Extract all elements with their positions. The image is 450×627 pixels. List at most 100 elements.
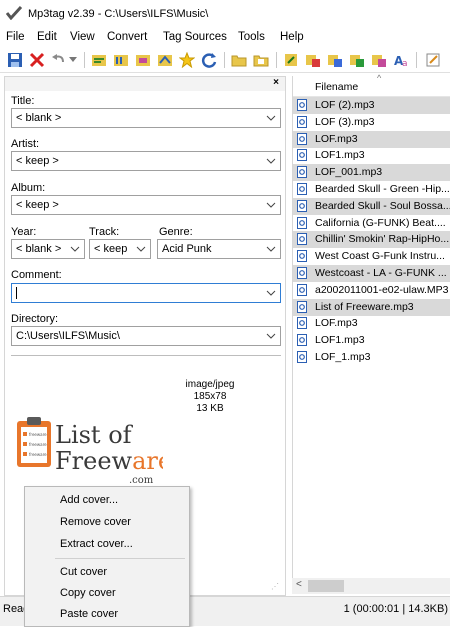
case-conversion-icon[interactable]: Aa [392, 51, 410, 69]
menu-add-cover[interactable]: Add cover... [25, 490, 189, 510]
mp3tag-app-icon [6, 6, 22, 20]
artist-field[interactable]: < keep > [11, 151, 281, 171]
file-name: LOF1.mp3 [315, 334, 365, 347]
file-name: Westcoast - LA - G-FUNK ... [315, 267, 447, 279]
album-field-value: < keep > [16, 199, 59, 211]
menu-remove-cover[interactable]: Remove cover [25, 512, 189, 532]
undo-icon[interactable] [50, 51, 68, 69]
remove-tag-icon[interactable] [28, 51, 46, 69]
album-field[interactable]: < keep > [11, 195, 281, 215]
menu-cut-cover[interactable]: Cut cover [25, 562, 189, 582]
scroll-left-icon[interactable]: < [296, 579, 302, 590]
chevron-down-icon[interactable] [266, 112, 276, 124]
track-field[interactable]: < keep [89, 239, 151, 259]
track-field-value: < keep [94, 243, 128, 255]
file-row[interactable]: Bearded Skull - Soul Bossa... [293, 197, 450, 215]
menu-separator [55, 558, 185, 559]
title-field[interactable]: < blank > [11, 108, 281, 128]
chevron-down-icon[interactable] [266, 155, 276, 167]
file-row[interactable]: LOF (2).mp3 [293, 97, 450, 114]
track-label: Track: [89, 226, 120, 238]
chevron-down-icon[interactable] [136, 243, 146, 255]
menu-view[interactable]: View [70, 31, 95, 43]
resize-grip-icon[interactable]: ⋰ [271, 582, 279, 591]
logo-line-2b: are [132, 447, 163, 475]
menu-edit[interactable]: Edit [37, 31, 57, 43]
logo-line-1: List of [55, 421, 134, 449]
comment-field[interactable] [11, 283, 281, 303]
tag-source-4-icon[interactable] [370, 51, 388, 69]
chevron-down-icon[interactable] [266, 287, 276, 299]
menu-tools[interactable]: Tools [238, 31, 265, 43]
open-folder-icon[interactable] [230, 51, 248, 69]
tag-source-1-icon[interactable] [304, 51, 322, 69]
file-row[interactable]: California (G-FUNK) Beat.... [293, 215, 450, 232]
filename-text-icon[interactable] [156, 51, 174, 69]
genre-field-value: Acid Punk [162, 243, 212, 255]
menu-add-cover-label: Add cover... [60, 494, 119, 506]
filename-tag-icon[interactable] [112, 51, 130, 69]
menu-paste-cover[interactable]: Paste cover [25, 604, 189, 624]
mp3-file-icon [297, 99, 307, 111]
file-row[interactable]: Bearded Skull - Green -Hip... [293, 181, 450, 198]
mp3-file-icon [297, 334, 307, 347]
file-row[interactable]: Chillin' Smokin' Rap-HipHo... [293, 231, 450, 249]
directory-field[interactable]: C:\Users\ILFS\Music\ [11, 326, 281, 346]
year-label: Year: [11, 226, 37, 238]
tag-source-2-icon[interactable] [326, 51, 344, 69]
file-list: ^ Filename LOF (2).mp3 LOF (3).mp3 LOF.mp3… [292, 73, 450, 594]
menu-copy-cover-label: Copy cover [60, 587, 116, 599]
mp3-file-icon [297, 351, 307, 363]
genre-field[interactable]: Acid Punk [157, 239, 281, 259]
menu-tag-sources[interactable]: Tag Sources [163, 31, 227, 43]
file-row[interactable]: LOF.mp3 [293, 130, 450, 148]
text-caret [16, 287, 17, 299]
tag-source-3-icon[interactable] [348, 51, 366, 69]
file-row[interactable]: West Coast G-Funk Instru... [293, 248, 450, 265]
add-folder-icon[interactable] [252, 51, 270, 69]
cover-context-menu: Add cover... Remove cover Extract cover.… [24, 486, 190, 627]
file-row[interactable]: LOF.mp3 [293, 315, 450, 332]
chevron-down-icon[interactable] [266, 243, 276, 255]
clip-line-2: freeware [29, 442, 47, 447]
mp3-file-icon [297, 233, 307, 246]
menu-file[interactable]: File [6, 31, 25, 43]
favorite-star-icon[interactable] [178, 51, 196, 69]
autonumber-icon[interactable] [282, 51, 300, 69]
chevron-down-icon[interactable] [266, 330, 276, 342]
file-name: LOF (3).mp3 [315, 115, 375, 128]
logo-line-2: Freeware [55, 447, 163, 475]
close-panel-icon[interactable]: × [273, 77, 279, 88]
save-icon[interactable] [6, 51, 24, 69]
horizontal-scrollbar[interactable]: < [292, 578, 450, 594]
chevron-down-icon[interactable] [70, 243, 80, 255]
tag-filename-icon[interactable] [90, 51, 108, 69]
menu-help[interactable]: Help [280, 31, 304, 43]
file-name: LOF.mp3 [315, 317, 358, 330]
file-row[interactable]: a2002011001-e02-ulaw.MP3 [293, 282, 450, 299]
edit-icon[interactable] [424, 51, 442, 69]
menu-copy-cover[interactable]: Copy cover [25, 583, 189, 603]
scrollbar-thumb[interactable] [308, 580, 344, 592]
file-row[interactable]: Westcoast - LA - G-FUNK ... [293, 265, 450, 282]
file-row[interactable]: LOF1.mp3 [293, 147, 450, 164]
directory-label: Directory: [11, 313, 59, 325]
text-filename-icon[interactable] [134, 51, 152, 69]
file-row[interactable]: LOF1.mp3 [293, 332, 450, 349]
file-row[interactable]: LOF_001.mp3 [293, 164, 450, 182]
directory-field-value: C:\Users\ILFS\Music\ [16, 330, 120, 342]
file-row[interactable]: LOF (3).mp3 [293, 114, 450, 131]
mp3-file-icon [297, 317, 307, 330]
refresh-icon[interactable] [200, 51, 218, 69]
file-row[interactable]: List of Freeware.mp3 [293, 298, 450, 316]
filename-column-header[interactable]: ^ Filename [293, 73, 450, 97]
file-name: a2002011001-e02-ulaw.MP3 [315, 283, 449, 296]
menu-convert[interactable]: Convert [107, 31, 147, 43]
year-field[interactable]: < blank > [11, 239, 85, 259]
chevron-down-icon[interactable] [266, 199, 276, 211]
file-row[interactable]: LOF_1.mp3 [293, 349, 450, 366]
dropdown-arrow-icon[interactable] [68, 51, 78, 69]
mp3-file-icon [297, 267, 307, 279]
menu-extract-cover[interactable]: Extract cover... [25, 534, 189, 554]
album-label: Album: [11, 182, 46, 194]
